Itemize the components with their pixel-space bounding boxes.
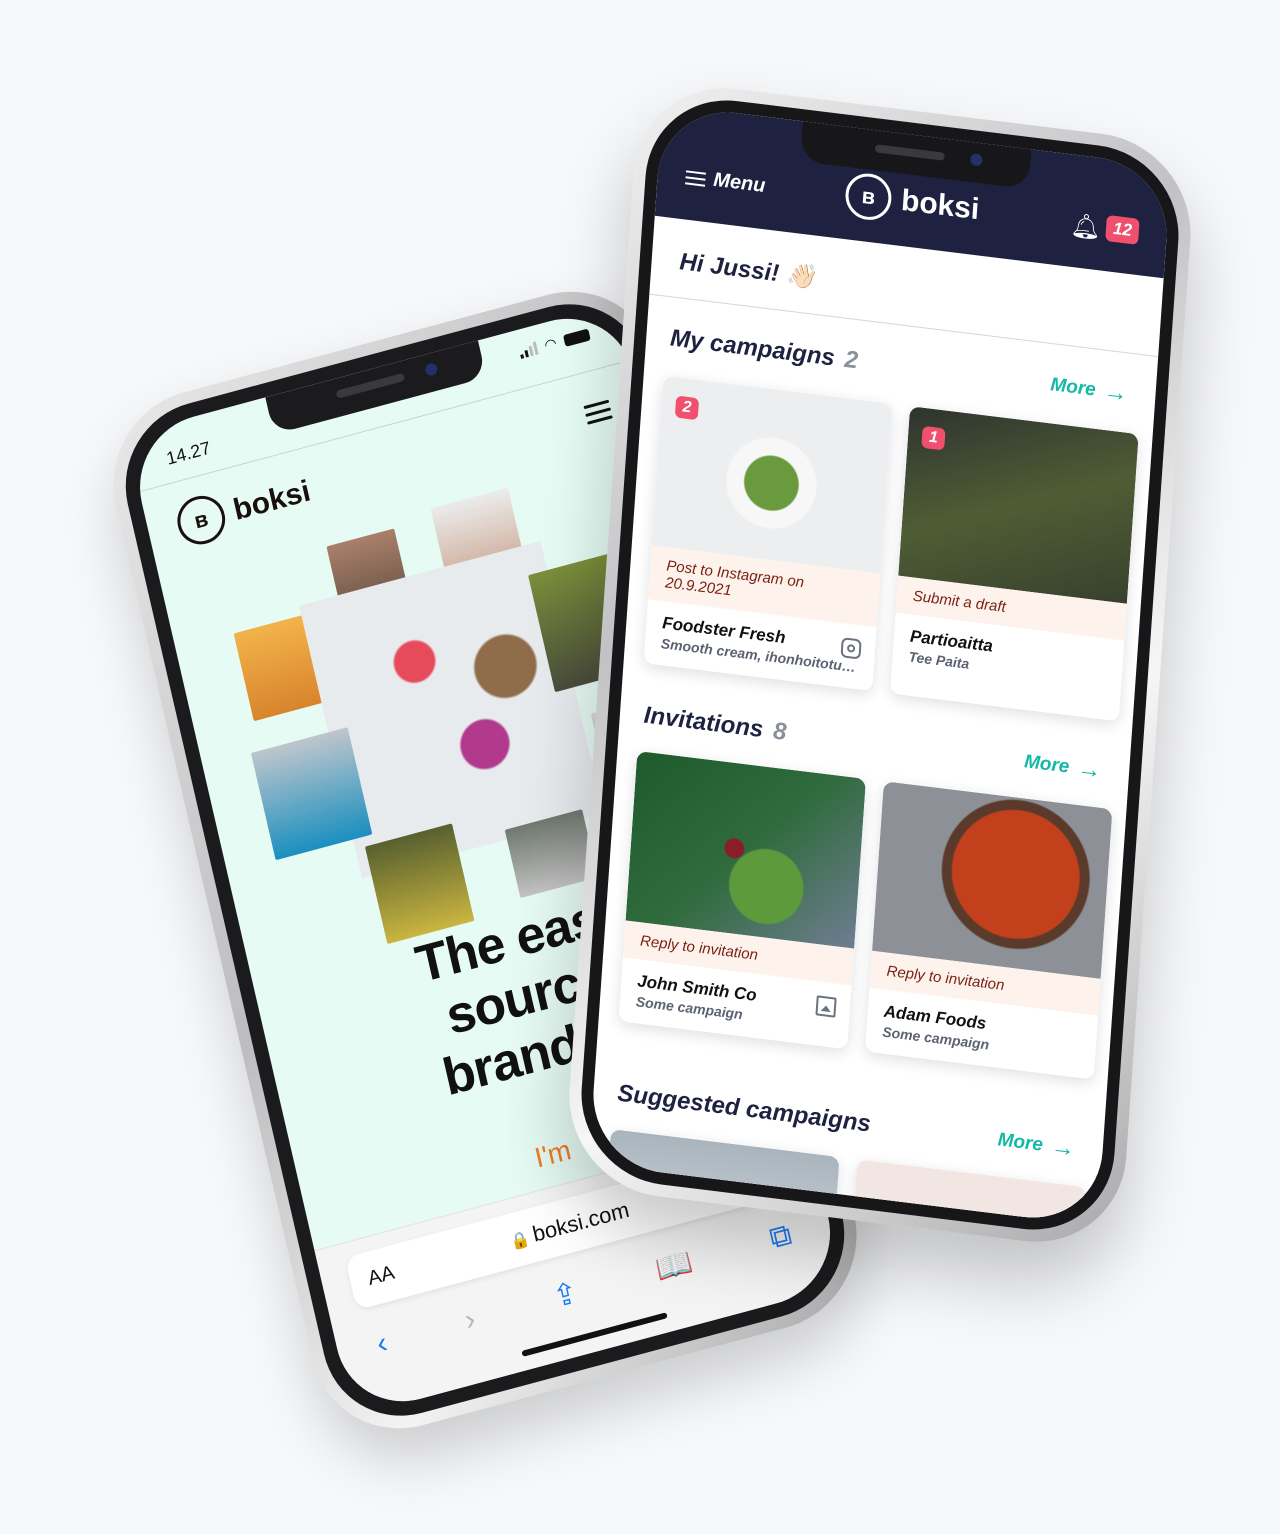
logo-mark-icon: ʙ [843, 170, 893, 223]
invitation-cards: Reply to invitation John Smith Co Some c… [618, 750, 1113, 1080]
greeting: Hi Jussi! 👋🏻 [678, 248, 817, 292]
more-label: More [1023, 751, 1071, 778]
card-image [625, 750, 867, 949]
logo-text: boksi [230, 474, 314, 527]
more-link[interactable]: More → [1023, 748, 1102, 785]
wifi-icon: ◠ [542, 334, 559, 354]
card-badge: 2 [674, 395, 700, 421]
camera [970, 152, 983, 167]
battery-icon [562, 328, 591, 347]
speaker [874, 144, 945, 161]
more-link[interactable]: More → [1050, 371, 1129, 408]
section-count: 8 [772, 717, 788, 746]
share-icon[interactable]: ⇪ [549, 1275, 582, 1316]
speaker [335, 372, 406, 399]
campaign-cards: 2 Post to Instagram on 20.9.2021 Foodste… [643, 375, 1139, 722]
campaign-card[interactable]: 2 Post to Instagram on 20.9.2021 Foodste… [643, 375, 893, 692]
arrow-right-icon: → [1049, 1132, 1076, 1163]
arrow-right-icon: → [1102, 377, 1129, 408]
signal-icon [518, 341, 539, 359]
right-phone-screen: Menu ʙ boksi 🔔︎ 12 Hi Jussi! 👋🏻 My campa… [588, 104, 1172, 1226]
notification-badge[interactable]: 12 [1105, 214, 1140, 245]
section-title: Invitations [642, 701, 765, 744]
more-link[interactable]: More → [997, 1126, 1076, 1163]
forward-button[interactable]: › [462, 1302, 480, 1339]
campaign-card[interactable]: 1 Submit a draft Partioaitta Tee Paita [890, 406, 1139, 722]
status-time: 14.27 [164, 437, 213, 469]
url-value: boksi.com [530, 1196, 632, 1247]
section-title: My campaigns [669, 324, 836, 372]
camera [424, 362, 439, 377]
more-label: More [997, 1129, 1044, 1156]
instagram-icon [840, 637, 862, 660]
bell-icon[interactable]: 🔔︎ [1070, 211, 1102, 244]
tabs-icon[interactable]: ⧉ [766, 1218, 795, 1258]
invitation-card[interactable]: Reply to invitation John Smith Co Some c… [618, 750, 867, 1050]
back-button[interactable]: ‹ [374, 1326, 392, 1363]
menu-label: Menu [712, 168, 767, 198]
logo-text: boksi [900, 183, 981, 227]
card-badge: 1 [921, 425, 946, 451]
image-icon [815, 995, 837, 1018]
section-title: Suggested campaigns [616, 1079, 872, 1138]
menu-button[interactable]: Menu [685, 165, 766, 198]
more-label: More [1049, 374, 1097, 401]
logo-mark-icon: ʙ [172, 490, 230, 550]
arrow-right-icon: → [1076, 754, 1103, 785]
lock-icon: 🔒 [508, 1230, 532, 1253]
hamburger-icon [685, 166, 706, 190]
section-count: 2 [843, 345, 859, 375]
bookmarks-icon[interactable]: 📖 [652, 1244, 696, 1288]
right-phone-mockup: Menu ʙ boksi 🔔︎ 12 Hi Jussi! 👋🏻 My campa… [562, 77, 1198, 1253]
card-image [872, 781, 1113, 979]
invitation-card[interactable]: Reply to invitation Adam Foods Some camp… [865, 781, 1113, 1080]
